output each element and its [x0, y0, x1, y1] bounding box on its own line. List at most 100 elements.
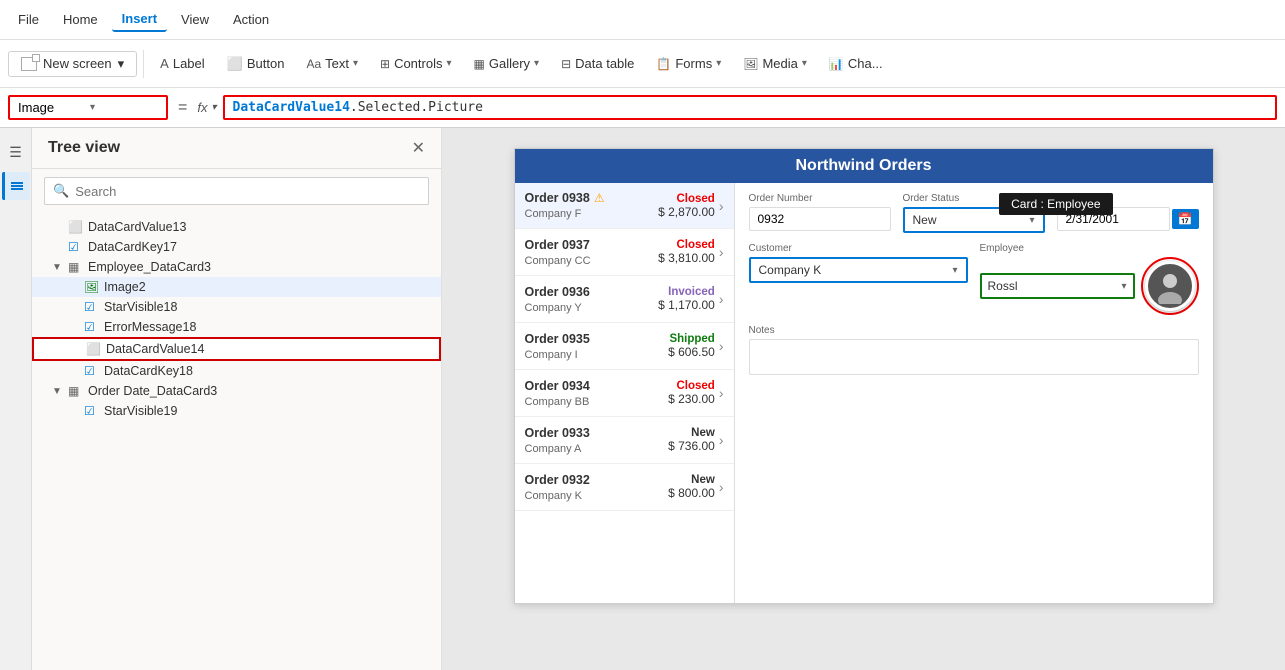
order-right: Closed $ 3,810.00: [658, 239, 715, 265]
hamburger-menu-button[interactable]: ☰: [2, 138, 30, 166]
customer-value: Company K: [759, 263, 822, 277]
table-icon: ▦: [68, 384, 84, 398]
order-status: New: [668, 474, 715, 486]
controls-btn-text: Controls: [394, 56, 442, 71]
formula-equals: =: [174, 99, 191, 117]
order-item-0932[interactable]: Order 0932 Company K New $ 800.00 ›: [515, 464, 734, 511]
order-list: Order 0938 ⚠ Company F Closed $ 2,870.00…: [515, 183, 735, 603]
employee-field: Employee Rossl ▾: [980, 243, 1199, 315]
gallery-icon: ▦: [474, 57, 485, 71]
order-chevron-icon: ›: [719, 244, 724, 260]
northwind-header: Northwind Orders: [515, 149, 1213, 183]
canvas-area: Northwind Orders Order 0938 ⚠ Company F: [442, 128, 1285, 670]
menu-action[interactable]: Action: [223, 8, 279, 31]
order-item-0933[interactable]: Order 0933 Company A New $ 736.00 ›: [515, 417, 734, 464]
order-number-input[interactable]: [749, 207, 891, 231]
order-item-0935[interactable]: Order 0935 Company I Shipped $ 606.50 ›: [515, 323, 734, 370]
check-icon: ☑: [68, 240, 84, 254]
formula-selector[interactable]: Image ▾: [8, 95, 168, 120]
detail-row-2: Customer Company K ▾ Employee Rossl: [749, 243, 1199, 315]
tree-label: DataCardValue14: [106, 342, 204, 356]
datatable-button[interactable]: ⊟ Data table: [551, 52, 644, 75]
gallery-btn-text: Gallery: [489, 56, 530, 71]
order-info: Order 0934 Company BB: [525, 378, 665, 408]
menu-file[interactable]: File: [8, 8, 49, 31]
button-button[interactable]: ⬜ Button: [217, 52, 295, 76]
toolbar: New screen ▾ A Label ⬜ Button Aa Text ▾ …: [0, 40, 1285, 88]
toolbar-divider-1: [143, 50, 144, 78]
employee-avatar: [1145, 261, 1195, 311]
tree-item-employee-datacard3[interactable]: ▼ ▦ Employee_DataCard3: [32, 257, 441, 277]
tree-close-button[interactable]: ✕: [412, 138, 425, 158]
tree-item-datacardvalue13[interactable]: ⬜ DataCardValue13: [32, 217, 441, 237]
detail-panel: Card : Employee Order Number Order Statu…: [735, 183, 1213, 603]
forms-button[interactable]: 📋 Forms ▾: [646, 52, 731, 75]
order-chevron-icon: ›: [719, 198, 724, 214]
order-info: Order 0932 Company K: [525, 472, 665, 502]
order-chevron-icon: ›: [719, 432, 724, 448]
employee-avatar-wrapper: [1141, 257, 1199, 315]
tree-view-title: Tree view: [48, 139, 120, 157]
order-company: Company BB: [525, 396, 590, 408]
gallery-button[interactable]: ▦ Gallery ▾: [464, 52, 550, 75]
order-item-0937[interactable]: Order 0937 Company CC Closed $ 3,810.00 …: [515, 229, 734, 276]
collapse-arrow-icon: ▼: [52, 386, 64, 397]
search-box[interactable]: 🔍: [44, 177, 429, 205]
menu-home[interactable]: Home: [53, 8, 108, 31]
order-number: Order 0936: [525, 285, 590, 299]
tree-label: StarVisible18: [104, 300, 177, 314]
text-button[interactable]: Aa Text ▾: [296, 52, 368, 75]
formula-arrow: ▾: [211, 102, 216, 113]
order-amount: $ 606.50: [668, 345, 715, 359]
formula-input-box[interactable]: DataCardValue14.Selected.Picture: [223, 95, 1278, 120]
tree-item-orderdate-datacard3[interactable]: ▼ ▦ Order Date_DataCard3: [32, 381, 441, 401]
label-button[interactable]: A Label: [150, 52, 214, 75]
new-screen-button[interactable]: New screen ▾: [8, 51, 137, 77]
formula-selector-value: Image: [18, 100, 86, 115]
datatable-icon: ⊟: [561, 57, 571, 71]
tree-label: Image2: [104, 280, 146, 294]
tree-item-datacardkey18[interactable]: ☑ DataCardKey18: [32, 361, 441, 381]
employee-label: Employee: [980, 243, 1199, 254]
order-info: Order 0935 Company I: [525, 331, 665, 361]
field-icon: ⬜: [68, 220, 84, 234]
tree-item-datacardvalue14[interactable]: ⬜ DataCardValue14: [32, 337, 441, 361]
controls-button[interactable]: ⊞ Controls ▾: [370, 52, 462, 75]
formula-bar: Image ▾ = fx ▾ DataCardValue14.Selected.…: [0, 88, 1285, 128]
order-chevron-icon: ›: [719, 338, 724, 354]
controls-icon: ⊞: [380, 57, 390, 71]
button-icon: ⬜: [227, 56, 243, 72]
tree-item-errormessage18[interactable]: ☑ ErrorMessage18: [32, 317, 441, 337]
order-number: Order 0933: [525, 426, 590, 440]
layers-icon: [9, 178, 25, 194]
tree-item-image2[interactable]: 🖼 Image2: [32, 277, 441, 297]
app-canvas: Northwind Orders Order 0938 ⚠ Company F: [514, 148, 1214, 604]
menu-view[interactable]: View: [171, 8, 219, 31]
select-arrow-icon: ▾: [1029, 215, 1034, 226]
layers-button[interactable]: [2, 172, 30, 200]
tree-item-datacardkey17[interactable]: ☑ DataCardKey17: [32, 237, 441, 257]
customer-select[interactable]: Company K ▾: [749, 257, 968, 283]
detail-row-1: Order Number Order Status New ▾ Paid Dat…: [749, 193, 1199, 233]
order-item-0934[interactable]: Order 0934 Company BB Closed $ 230.00 ›: [515, 370, 734, 417]
calendar-icon[interactable]: 📅: [1172, 209, 1199, 229]
media-button[interactable]: 🖼 Media ▾: [733, 52, 817, 75]
media-chevron: ▾: [802, 58, 807, 69]
formula-text: DataCardValue14.Selected.Picture: [233, 100, 483, 115]
tree-item-starvisible18[interactable]: ☑ StarVisible18: [32, 297, 441, 317]
tree-label: StarVisible19: [104, 404, 177, 418]
employee-dropdown[interactable]: Rossl ▾: [980, 273, 1135, 299]
search-input[interactable]: [75, 184, 420, 199]
charts-button[interactable]: 📊 Cha...: [819, 52, 893, 75]
notes-input[interactable]: [749, 339, 1199, 375]
order-info: Order 0937 Company CC: [525, 237, 655, 267]
search-icon: 🔍: [53, 183, 69, 199]
tree-item-starvisible19[interactable]: ☑ StarVisible19: [32, 401, 441, 421]
order-amount: $ 800.00: [668, 486, 715, 500]
forms-chevron: ▾: [716, 58, 721, 69]
order-info: Order 0938 ⚠ Company F: [525, 191, 655, 220]
order-item-0936[interactable]: Order 0936 Company Y Invoiced $ 1,170.00…: [515, 276, 734, 323]
employee-value: Rossl: [988, 279, 1018, 293]
order-item-0938[interactable]: Order 0938 ⚠ Company F Closed $ 2,870.00…: [515, 183, 734, 229]
menu-insert[interactable]: Insert: [112, 7, 167, 32]
